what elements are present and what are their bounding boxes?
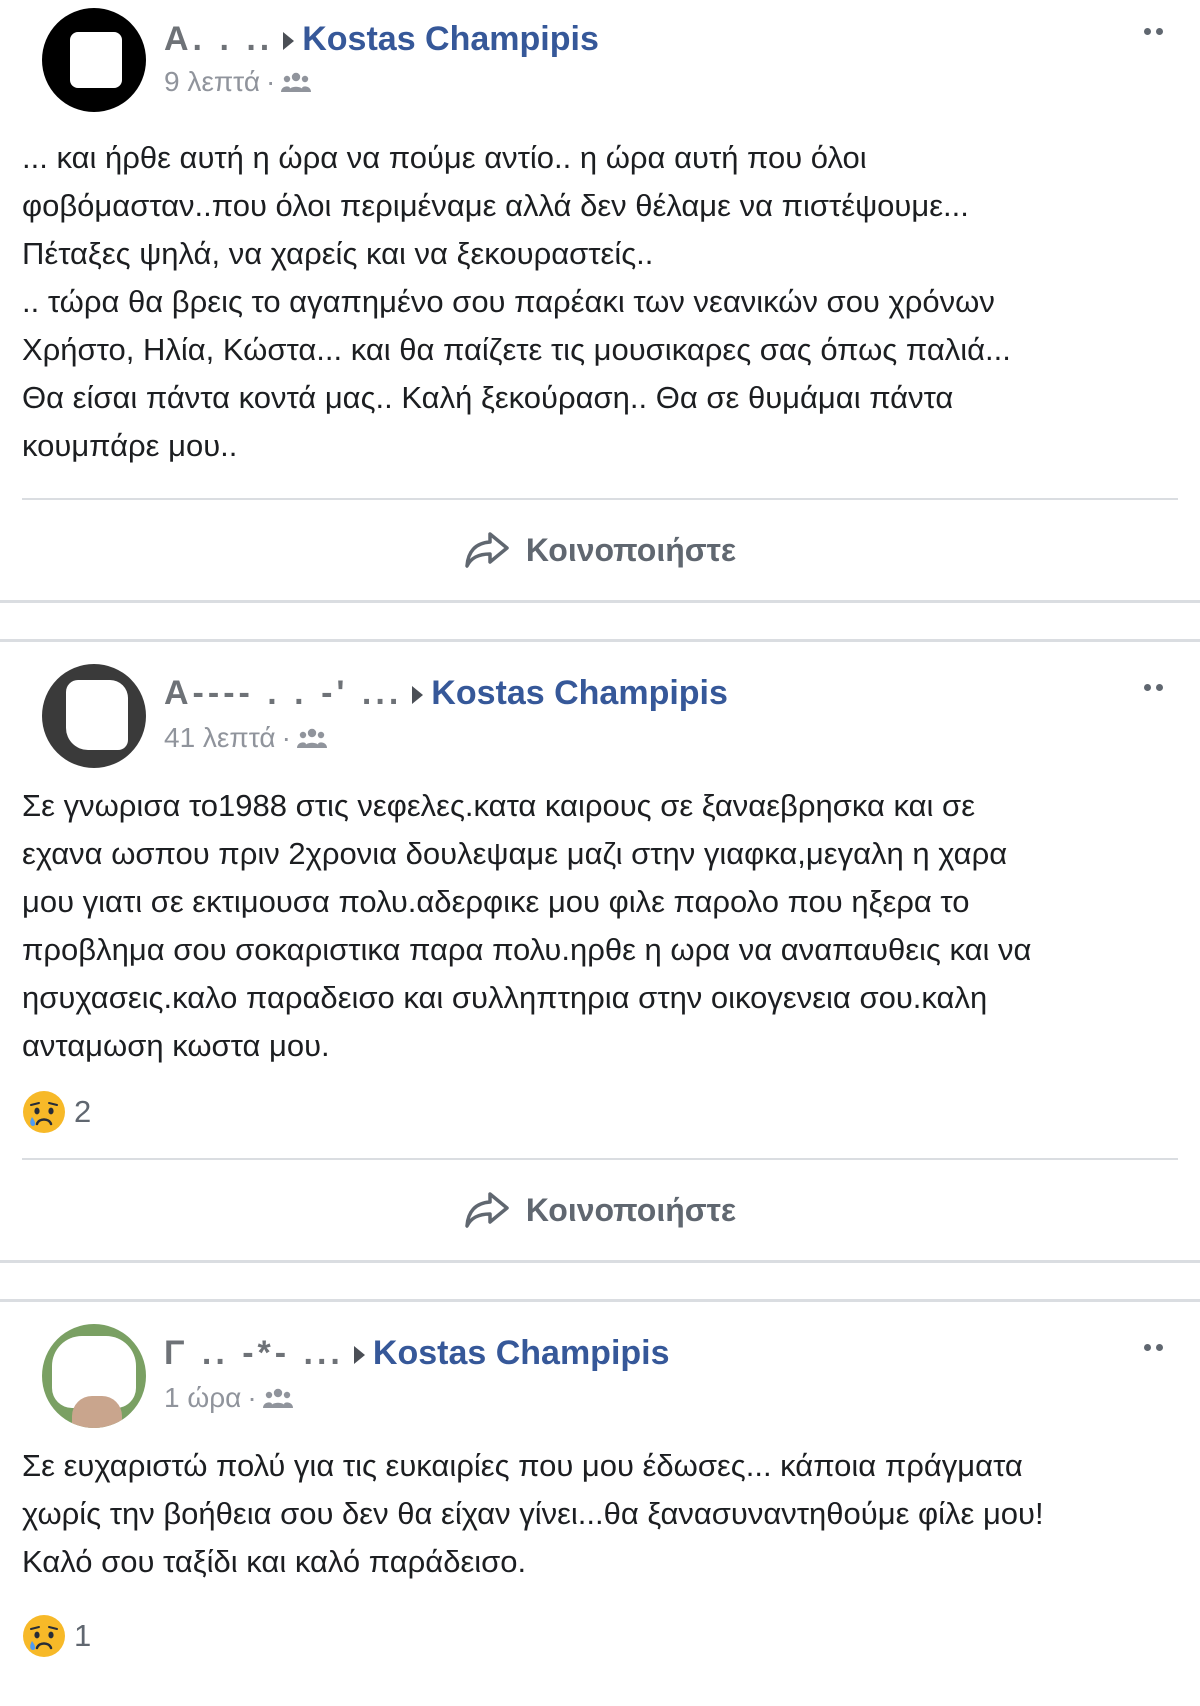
post-text: ... και ήρθε αυτή η ώρα να πούμε αντίο..… — [22, 140, 1011, 463]
author-name-link[interactable]: Α---- . . -' ... — [164, 674, 402, 713]
meta-separator: · — [247, 1382, 257, 1413]
post-header: Γ .. -*- ... Kostas Champipis 1 ώρα · — [22, 1324, 1178, 1442]
page-name-link[interactable]: Kostas Champipis — [302, 20, 599, 58]
post-timestamp[interactable]: 1 ώρα — [164, 1382, 241, 1413]
post-timestamp[interactable]: 41 λεπτά — [164, 722, 276, 753]
reaction-count: 2 — [74, 1094, 92, 1129]
author-avatar[interactable] — [42, 8, 146, 112]
more-options-icon[interactable] — [1144, 22, 1178, 40]
news-feed: Α. . .. Kostas Champipis 9 λεπτά · ... και… — [0, 0, 1200, 1662]
share-arrow-icon — [465, 1192, 509, 1228]
author-line: Γ .. -*- ... Kostas Champipis — [164, 1334, 670, 1373]
post-meta: 41 λεπτά · — [164, 722, 327, 756]
post-1: Α. . .. Kostas Champipis 9 λεπτά · ... και… — [0, 0, 1200, 600]
share-label: Κοινοποιήστε — [525, 531, 737, 568]
post-header: Α. . .. Kostas Champipis 9 λεπτά · — [22, 8, 1178, 134]
meta-separator: · — [281, 722, 291, 753]
post-meta: 1 ώρα · — [164, 1382, 293, 1416]
share-label: Κοινοποιήστε — [525, 1191, 737, 1228]
sad-reaction-icon — [23, 1615, 65, 1657]
post-2: Α---- . . -' ... Kostas Champipis 41 λεπτ… — [0, 664, 1200, 1260]
post-3: Γ .. -*- ... Kostas Champipis 1 ώρα · Σε ε… — [0, 1324, 1200, 1662]
more-options-icon[interactable] — [1144, 1338, 1178, 1356]
author-avatar[interactable] — [42, 664, 146, 768]
post-separator — [0, 1260, 1200, 1302]
post-actions: Κοινοποιήστε — [22, 500, 1178, 600]
post-timestamp[interactable]: 9 λεπτά — [164, 66, 260, 97]
author-avatar[interactable] — [42, 1324, 146, 1428]
more-options-icon[interactable] — [1144, 678, 1178, 696]
post-meta: 9 λεπτά · — [164, 66, 312, 100]
page-name-link[interactable]: Kostas Champipis — [431, 674, 728, 712]
arrow-right-icon — [412, 686, 424, 705]
page-name-link[interactable]: Kostas Champipis — [373, 1334, 670, 1372]
share-arrow-icon — [465, 532, 509, 568]
meta-separator: · — [266, 66, 276, 97]
reactions-bar[interactable]: 1 — [22, 1610, 1178, 1662]
sad-reaction-icon — [23, 1091, 65, 1133]
arrow-right-icon — [353, 1346, 365, 1365]
group-audience-icon[interactable] — [281, 68, 312, 100]
group-audience-icon[interactable] — [296, 724, 327, 756]
author-line: Α. . .. Kostas Champipis — [164, 20, 599, 59]
share-button[interactable]: Κοινοποιήστε — [464, 530, 736, 570]
arrow-right-icon — [283, 32, 295, 51]
post-separator — [0, 600, 1200, 642]
group-audience-icon[interactable] — [262, 1384, 293, 1416]
author-line: Α---- . . -' ... Kostas Champipis — [164, 674, 728, 713]
share-button[interactable]: Κοινοποιήστε — [464, 1190, 736, 1230]
reactions-bar[interactable]: 2 — [22, 1086, 1178, 1138]
reaction-count: 1 — [74, 1618, 92, 1653]
author-name-link[interactable]: Α. . .. — [164, 20, 273, 59]
post-header: Α---- . . -' ... Kostas Champipis 41 λεπτ… — [22, 664, 1178, 782]
post-actions: Κοινοποιήστε — [22, 1160, 1178, 1260]
post-text: Σε ευχαριστώ πολύ για τις ευκαιρίες που … — [22, 1448, 1044, 1579]
post-text: Σε γνωρισα το1988 στις νεφελες.κατα καιρ… — [22, 788, 1032, 1063]
author-name-link[interactable]: Γ .. -*- ... — [164, 1334, 344, 1373]
